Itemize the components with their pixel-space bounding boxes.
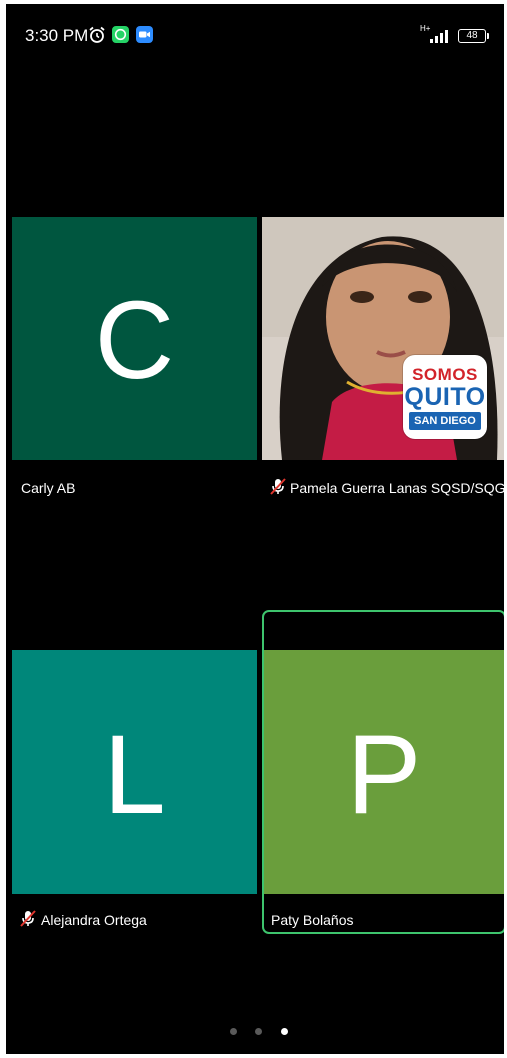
page-dot-3[interactable] <box>281 1028 288 1035</box>
battery-tip <box>487 33 489 39</box>
avatar-initial: C <box>94 279 175 402</box>
signal-icon <box>430 30 448 43</box>
active-speaker-border <box>262 610 504 934</box>
mic-off-icon <box>20 910 36 927</box>
whatsapp-icon <box>112 26 129 43</box>
logo-line-1: SOMOS <box>412 365 478 384</box>
logo-line-3: SAN DIEGO <box>409 412 481 430</box>
logo-line-2: QUITO <box>404 383 486 411</box>
meeting-screen: 3:30 PM H+ 48 C Carly AB SOMOS QUITO SAN… <box>6 4 504 1054</box>
network-type-label: H+ <box>420 24 431 33</box>
battery-icon: 48 <box>458 29 486 43</box>
participant-name: Alejandra Ortega <box>41 912 147 928</box>
status-bar: 3:30 PM H+ 48 <box>6 4 504 68</box>
somos-quito-logo: SOMOS QUITO SAN DIEGO <box>403 355 487 439</box>
participant-tile-carly[interactable]: C <box>12 217 257 460</box>
participant-name: Paty Bolaños <box>271 912 354 928</box>
participant-tile-alejandra[interactable]: L <box>12 650 257 894</box>
zoom-icon <box>136 26 153 43</box>
alarm-icon <box>89 26 105 43</box>
participant-name: Pamela Guerra Lanas SQSD/SQG <box>290 480 504 496</box>
mic-off-icon <box>270 478 286 495</box>
page-dot-1[interactable] <box>230 1028 237 1035</box>
participant-name: Carly AB <box>21 480 76 496</box>
page-dot-2[interactable] <box>255 1028 262 1035</box>
avatar-initial: L <box>103 712 166 837</box>
status-time: 3:30 PM <box>25 26 89 45</box>
